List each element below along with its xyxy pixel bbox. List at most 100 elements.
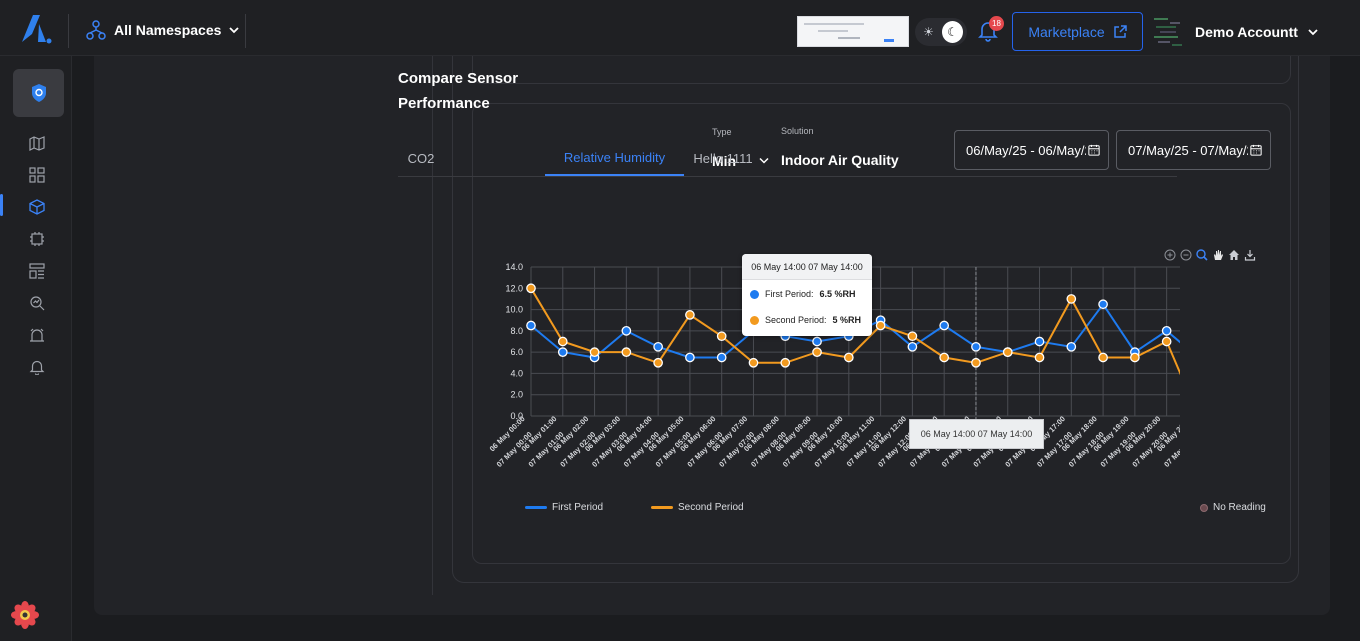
data-point xyxy=(526,320,536,331)
download-icon[interactable] xyxy=(1243,248,1256,261)
sidebar-item-devices[interactable] xyxy=(27,197,47,217)
data-point xyxy=(907,331,918,342)
legend-first-period[interactable]: First Period xyxy=(525,502,603,513)
tab-hello-1111[interactable]: Hello 1111 xyxy=(688,141,758,176)
data-point xyxy=(621,326,632,336)
map-icon xyxy=(29,136,45,151)
data-point xyxy=(1002,347,1013,357)
data-point xyxy=(653,341,663,352)
tooltip-row-second: Second Period: 5 %RH xyxy=(750,315,861,325)
calendar-icon[interactable] xyxy=(1248,143,1262,157)
data-point xyxy=(843,352,854,363)
legend-swatch xyxy=(651,506,673,509)
data-point xyxy=(1098,299,1108,310)
zoom-in-icon[interactable] xyxy=(1163,248,1176,261)
screen-thumbnail[interactable] xyxy=(797,16,909,47)
data-point xyxy=(716,352,727,363)
data-point xyxy=(1066,294,1077,304)
sidebar-item-layouts[interactable] xyxy=(27,261,47,281)
data-point xyxy=(526,283,536,294)
data-point xyxy=(812,347,822,357)
tooltip-row-first: First Period: 6.5 %RH xyxy=(750,289,856,299)
cube-icon xyxy=(29,199,45,215)
app-logo-icon[interactable] xyxy=(18,12,54,44)
chip-icon xyxy=(30,232,44,246)
y-tick-label: 12.0 xyxy=(505,283,523,293)
namespace-selector[interactable]: All Namespaces xyxy=(86,20,240,40)
sidebar-selection-indicator xyxy=(0,194,3,216)
legend-no-reading[interactable]: No Reading xyxy=(1200,502,1266,513)
home-icon[interactable] xyxy=(1227,248,1240,261)
data-point xyxy=(1034,352,1045,363)
tooltip-first-label: First Period: xyxy=(765,289,814,299)
data-point xyxy=(1034,336,1045,347)
previous-card xyxy=(472,56,1291,84)
data-point xyxy=(971,341,981,352)
first-period-dot-icon xyxy=(750,289,759,299)
notifications-button[interactable]: 18 xyxy=(978,16,1004,42)
data-point xyxy=(875,320,886,331)
xaxis-tooltip: 06 May 14:00 07 May 14:00 xyxy=(909,419,1044,449)
legend-first-label: First Period xyxy=(552,502,604,513)
sidebar-item-security[interactable] xyxy=(13,69,64,117)
data-point xyxy=(939,320,950,331)
sidebar-item-alarms[interactable] xyxy=(27,325,47,345)
moon-icon[interactable]: ☾ xyxy=(942,21,963,43)
chart-toolbar xyxy=(1163,248,1256,261)
data-point xyxy=(1161,326,1172,336)
namespace-icon xyxy=(86,20,106,40)
solution-label: Solution xyxy=(781,126,814,136)
chart-tooltip: 06 May 14:00 07 May 14:00 First Period: … xyxy=(742,254,872,336)
sidebar-item-hardware[interactable] xyxy=(27,229,47,249)
sun-icon[interactable]: ☀ xyxy=(919,22,938,42)
tab-co2[interactable]: CO2 xyxy=(398,141,444,176)
data-point xyxy=(1130,352,1140,363)
top-bar: All Namespaces ☀ ☾ 18 Marketplace Demo A… xyxy=(0,0,1360,56)
zoom-select-icon[interactable] xyxy=(1195,248,1208,261)
pan-icon[interactable] xyxy=(1211,248,1224,261)
chevron-down-icon xyxy=(1308,29,1318,36)
legend-no-reading-label: No Reading xyxy=(1213,502,1266,513)
theme-toggle[interactable]: ☀ ☾ xyxy=(915,18,967,46)
marketplace-label: Marketplace xyxy=(1028,23,1105,40)
sidebar-item-analytics[interactable] xyxy=(27,293,47,313)
namespace-label: All Namespaces xyxy=(114,22,222,38)
data-point xyxy=(685,352,695,363)
data-point xyxy=(907,341,918,352)
data-point xyxy=(1098,352,1108,363)
tab-relative-humidity[interactable]: Relative Humidity xyxy=(545,141,684,176)
sidebar-item-notifications[interactable] xyxy=(27,357,47,377)
tooltip-second-value: 5 %RH xyxy=(832,315,862,325)
data-point xyxy=(780,357,791,368)
divider xyxy=(68,14,69,48)
avatar[interactable] xyxy=(1152,14,1186,48)
type-label: Type xyxy=(712,127,732,137)
account-name: Demo Accountt xyxy=(1195,24,1298,40)
sidebar-item-dashboard[interactable] xyxy=(27,165,47,185)
sidebar xyxy=(0,56,72,641)
data-point xyxy=(812,336,822,347)
search-chart-icon xyxy=(30,296,45,311)
y-tick-label: 10.0 xyxy=(505,305,523,315)
legend-second-label: Second Period xyxy=(678,502,744,513)
layout-icon xyxy=(29,263,45,279)
zoom-out-icon[interactable] xyxy=(1179,248,1192,261)
legend-swatch xyxy=(525,506,547,509)
y-tick-label: 8.0 xyxy=(510,326,523,336)
tooltip-first-value: 6.5 %RH xyxy=(819,289,856,299)
second-period-dot-icon xyxy=(750,315,759,325)
y-tick-label: 14.0 xyxy=(505,262,523,272)
data-point xyxy=(653,357,663,368)
marketplace-button[interactable]: Marketplace xyxy=(1012,12,1143,51)
data-point xyxy=(939,352,950,363)
data-point xyxy=(971,357,981,368)
shield-icon xyxy=(31,84,46,102)
account-menu[interactable]: Demo Accountt xyxy=(1195,24,1318,40)
flower-logo-icon[interactable] xyxy=(10,600,40,630)
data-point xyxy=(557,347,568,357)
tooltip-header: 06 May 14:00 07 May 14:00 xyxy=(742,254,872,280)
data-point xyxy=(621,347,632,357)
sidebar-item-map[interactable] xyxy=(27,133,47,153)
data-point xyxy=(1161,336,1172,347)
legend-second-period[interactable]: Second Period xyxy=(651,502,744,513)
